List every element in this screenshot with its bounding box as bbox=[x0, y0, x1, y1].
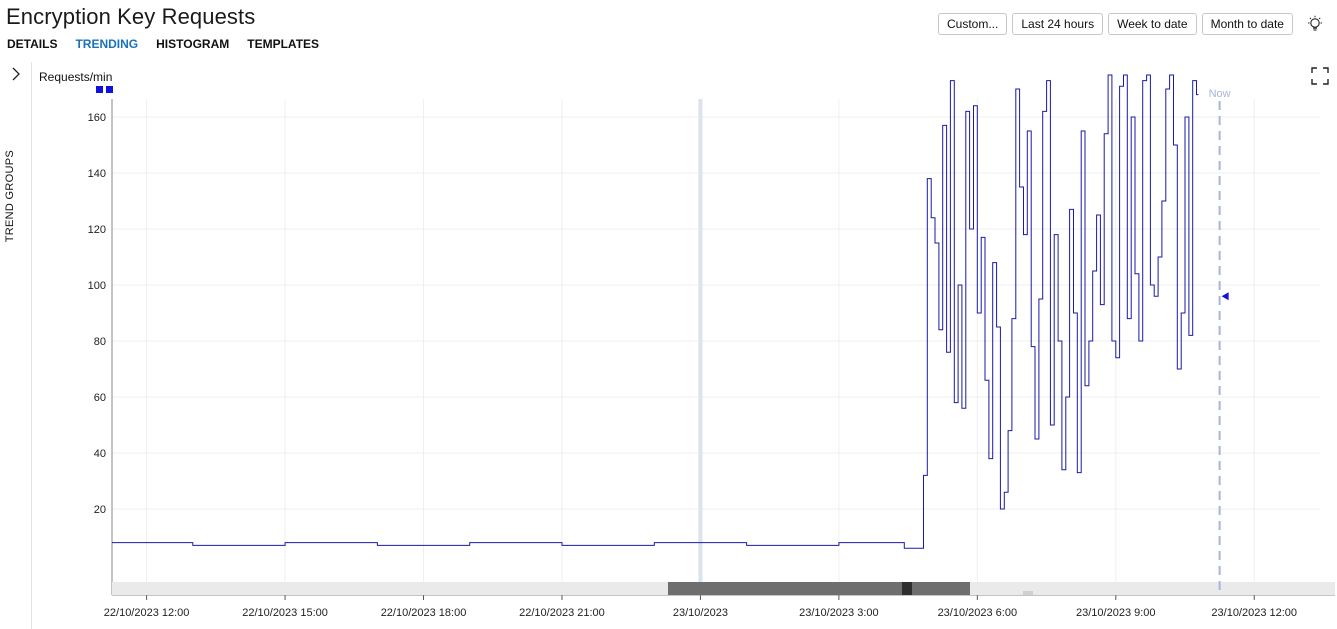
y-axis-label: Requests/min bbox=[39, 70, 112, 84]
x-tick-label: 23/10/2023 bbox=[673, 607, 728, 619]
y-tick-label: 100 bbox=[88, 280, 106, 292]
x-tick-label: 23/10/2023 12:00 bbox=[1211, 607, 1297, 619]
series-legend-swatch bbox=[96, 86, 103, 93]
current-value-marker bbox=[1221, 292, 1229, 301]
x-tick-label: 23/10/2023 3:00 bbox=[799, 607, 879, 619]
now-label: Now bbox=[1209, 88, 1231, 100]
y-tick-label: 120 bbox=[88, 224, 106, 236]
y-tick-label: 160 bbox=[88, 112, 106, 124]
scrollbar-position-marker bbox=[1023, 591, 1033, 595]
y-tick-label: 140 bbox=[88, 168, 106, 180]
y-tick-label: 40 bbox=[94, 448, 106, 460]
trend-chart: Requests/min 20 40 60 80 100 120 140 160 22/10/20… bbox=[39, 70, 1335, 619]
series-legend-swatch bbox=[106, 86, 113, 93]
x-tick-label: 22/10/2023 12:00 bbox=[104, 607, 190, 619]
time-scrollbar-thumb[interactable] bbox=[668, 582, 970, 595]
x-tick-label: 22/10/2023 21:00 bbox=[519, 607, 605, 619]
series-line-0 bbox=[112, 74, 1199, 549]
y-tick-label: 60 bbox=[94, 392, 106, 404]
y-tick-label: 20 bbox=[94, 504, 106, 516]
x-tick-label: 22/10/2023 15:00 bbox=[242, 607, 328, 619]
x-tick-label: 23/10/2023 6:00 bbox=[938, 607, 1018, 619]
y-tick-label: 80 bbox=[94, 336, 106, 348]
x-tick-label: 22/10/2023 18:00 bbox=[381, 607, 467, 619]
time-scrollbar-handle[interactable] bbox=[902, 582, 912, 595]
x-tick-label: 23/10/2023 9:00 bbox=[1076, 607, 1156, 619]
